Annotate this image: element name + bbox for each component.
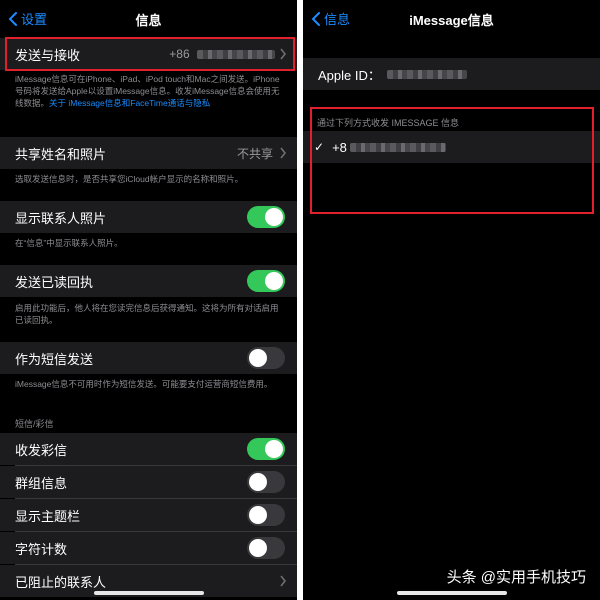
send-as-sms-footer: iMessage信息不可用时作为短信发送。可能要支付运营商短信费用。 <box>15 379 273 389</box>
show-contact-photos-footer: 在“信息”中显示联系人照片。 <box>15 238 123 248</box>
mms-row: 收发彩信 <box>0 433 297 465</box>
highlight-box-addresses <box>310 107 594 214</box>
highlight-box-send-receive <box>5 37 295 71</box>
chevron-right-icon <box>280 575 287 587</box>
nav-bar: 设置 信息 <box>0 0 297 38</box>
chevron-right-icon <box>280 147 287 159</box>
read-receipts-row: 发送已读回执 <box>0 265 297 297</box>
subject-field-row: 显示主题栏 <box>0 499 297 531</box>
group-label: 群组信息 <box>15 475 68 491</box>
read-receipts-label: 发送已读回执 <box>15 274 94 290</box>
share-name-photo-row[interactable]: 共享姓名和照片 不共享 <box>0 137 297 169</box>
group-messaging-row: 群组信息 <box>0 466 297 498</box>
blocked-label: 已阻止的联系人 <box>15 574 107 590</box>
read-receipts-toggle[interactable] <box>247 270 285 292</box>
group-toggle[interactable] <box>247 471 285 493</box>
nav-bar: 信息 iMessage信息 <box>303 0 600 38</box>
home-indicator <box>396 591 507 595</box>
imessage-footer: iMessage信息可在iPhone、iPad、iPod touch和Mac之间… <box>15 74 280 108</box>
mms-label: 收发彩信 <box>15 442 68 458</box>
home-indicator <box>93 591 204 595</box>
share-name-label: 共享姓名和照片 <box>15 146 107 162</box>
send-as-sms-toggle[interactable] <box>247 347 285 369</box>
show-contact-photos-label: 显示联系人照片 <box>15 210 107 226</box>
read-receipts-footer: 启用此功能后，他人将在您读完信息后获得通知。这将为所有对话启用已读回执。 <box>15 303 279 325</box>
imessage-panel: 信息 iMessage信息 Apple ID： 通过下列方式收发 IMESSAG… <box>303 0 600 600</box>
subject-label: 显示主题栏 <box>15 508 81 524</box>
char-count-label: 字符计数 <box>15 541 68 557</box>
send-as-sms-row: 作为短信发送 <box>0 342 297 374</box>
watermark: 头条 @实用手机技巧 <box>446 569 586 586</box>
character-count-row: 字符计数 <box>0 532 297 564</box>
char-count-toggle[interactable] <box>247 537 285 559</box>
page-title: iMessage信息 <box>409 13 494 28</box>
messages-settings-panel: 设置 信息 发送与接收 +86 iMessage信息可在iPhone、iPad、… <box>0 0 297 600</box>
subject-toggle[interactable] <box>247 504 285 526</box>
share-footer: 选取发送信息时，是否共享您iCloud帐户显示的名称和照片。 <box>15 174 244 184</box>
redacted-apple-id <box>386 69 467 79</box>
share-name-value: 不共享 <box>236 146 273 161</box>
privacy-link[interactable]: 关于 iMessage信息和FaceTime通话与隐私 <box>49 98 210 108</box>
show-contact-photos-toggle[interactable] <box>247 206 285 228</box>
apple-id-row[interactable]: Apple ID： <box>303 58 600 90</box>
sms-section-header: 短信/彩信 <box>15 419 54 429</box>
page-title: 信息 <box>135 13 162 28</box>
send-as-sms-label: 作为短信发送 <box>15 351 94 367</box>
mms-toggle[interactable] <box>247 438 285 460</box>
apple-id-label: Apple ID： <box>318 67 381 83</box>
show-contact-photos-row: 显示联系人照片 <box>0 201 297 233</box>
